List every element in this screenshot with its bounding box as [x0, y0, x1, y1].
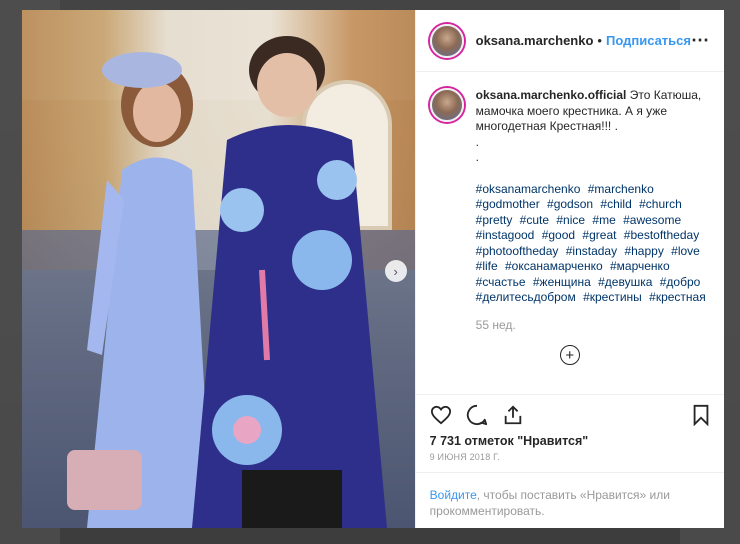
post-photo[interactable]: › — [22, 10, 415, 528]
hashtag-link[interactable]: #женщина — [533, 275, 591, 289]
action-bar — [415, 394, 724, 434]
login-prompt: Войдите, чтобы поставить «Нравится» или … — [415, 472, 724, 528]
caption-body: oksana.marchenko.official Это Катюша, ма… — [476, 88, 710, 333]
caption-dot: . — [475, 134, 479, 149]
hashtag-link[interactable]: #счастье — [476, 275, 526, 289]
hashtag-link[interactable]: #оксанамарченко — [505, 259, 603, 273]
comment-icon[interactable] — [466, 404, 488, 426]
load-more: + — [430, 345, 710, 365]
caption-username[interactable]: oksana.marchenko.official — [476, 88, 627, 102]
chevron-right-icon: › — [393, 263, 398, 279]
post-sidebar: oksana.marchenko • Подписаться ⋯ oksana.… — [414, 10, 724, 528]
follow-button[interactable]: Подписаться — [606, 33, 691, 48]
caption-dot: . — [475, 150, 479, 164]
author-username[interactable]: oksana.marchenko — [476, 33, 594, 48]
avatar[interactable] — [429, 23, 464, 58]
hashtag-link[interactable]: #great — [582, 228, 616, 242]
hashtag-link[interactable]: #good — [542, 228, 575, 242]
more-icon[interactable]: ⋯ — [691, 30, 710, 51]
hashtag-link[interactable]: #pretty — [476, 213, 513, 227]
hashtag-link[interactable]: #instaday — [566, 244, 617, 258]
hashtag-link[interactable]: #godmother — [476, 197, 540, 211]
post-age: 55 нед. — [475, 317, 516, 332]
login-link[interactable]: Войдите — [430, 488, 477, 502]
hashtag-link[interactable]: #bestoftheday — [624, 228, 699, 242]
photo-woman-blue-dress — [192, 36, 387, 528]
hashtag-link[interactable]: #me — [592, 213, 615, 227]
heart-icon[interactable] — [430, 405, 452, 425]
plus-circle-icon[interactable]: + — [559, 345, 580, 365]
hashtag-link[interactable]: #photooftheday — [476, 244, 559, 258]
hashtag-list: #oksanamarchenko #marchenko #godmother #… — [476, 182, 710, 306]
hashtag-link[interactable]: #life — [476, 259, 498, 273]
hashtag-link[interactable]: #девушка — [598, 275, 652, 289]
caption: oksana.marchenko.official Это Катюша, ма… — [429, 88, 710, 333]
post-header: oksana.marchenko • Подписаться ⋯ — [415, 10, 724, 72]
hashtag-link[interactable]: #крестная — [649, 290, 706, 304]
hashtag-link[interactable]: #child — [600, 197, 631, 211]
hashtag-link[interactable]: #oksanamarchenko — [476, 182, 581, 196]
bookmark-icon[interactable] — [692, 404, 710, 426]
next-photo-button[interactable]: › — [384, 260, 407, 282]
hashtag-link[interactable]: #делитесьдобром — [476, 290, 576, 304]
separator-dot: • — [597, 33, 602, 48]
hashtag-link[interactable]: #church — [639, 197, 682, 211]
share-icon[interactable] — [502, 404, 524, 426]
likes-count[interactable]: 7 731 отметок "Нравится" — [416, 434, 724, 448]
hashtag-link[interactable]: #cute — [520, 213, 549, 227]
comments-section: oksana.marchenko.official Это Катюша, ма… — [416, 72, 724, 394]
hashtag-link[interactable]: #nice — [556, 213, 585, 227]
hashtag-link[interactable]: #happy — [624, 244, 663, 258]
hashtag-link[interactable]: #крестины — [583, 290, 642, 304]
hashtag-link[interactable]: #добро — [660, 275, 701, 289]
hashtag-link[interactable]: #love — [671, 244, 700, 258]
hashtag-link[interactable]: #godson — [547, 197, 593, 211]
hashtag-link[interactable]: #awesome — [623, 213, 681, 227]
post-date: 9 июня 2018 г. — [429, 452, 500, 462]
caption-avatar[interactable] — [429, 88, 464, 122]
hashtag-link[interactable]: #marchenko — [588, 182, 654, 196]
post-modal: › oksana.marchenko • Подписаться ⋯ oksan… — [22, 10, 724, 528]
hashtag-link[interactable]: #instagood — [476, 228, 535, 242]
hashtag-link[interactable]: #марченко — [610, 259, 670, 273]
